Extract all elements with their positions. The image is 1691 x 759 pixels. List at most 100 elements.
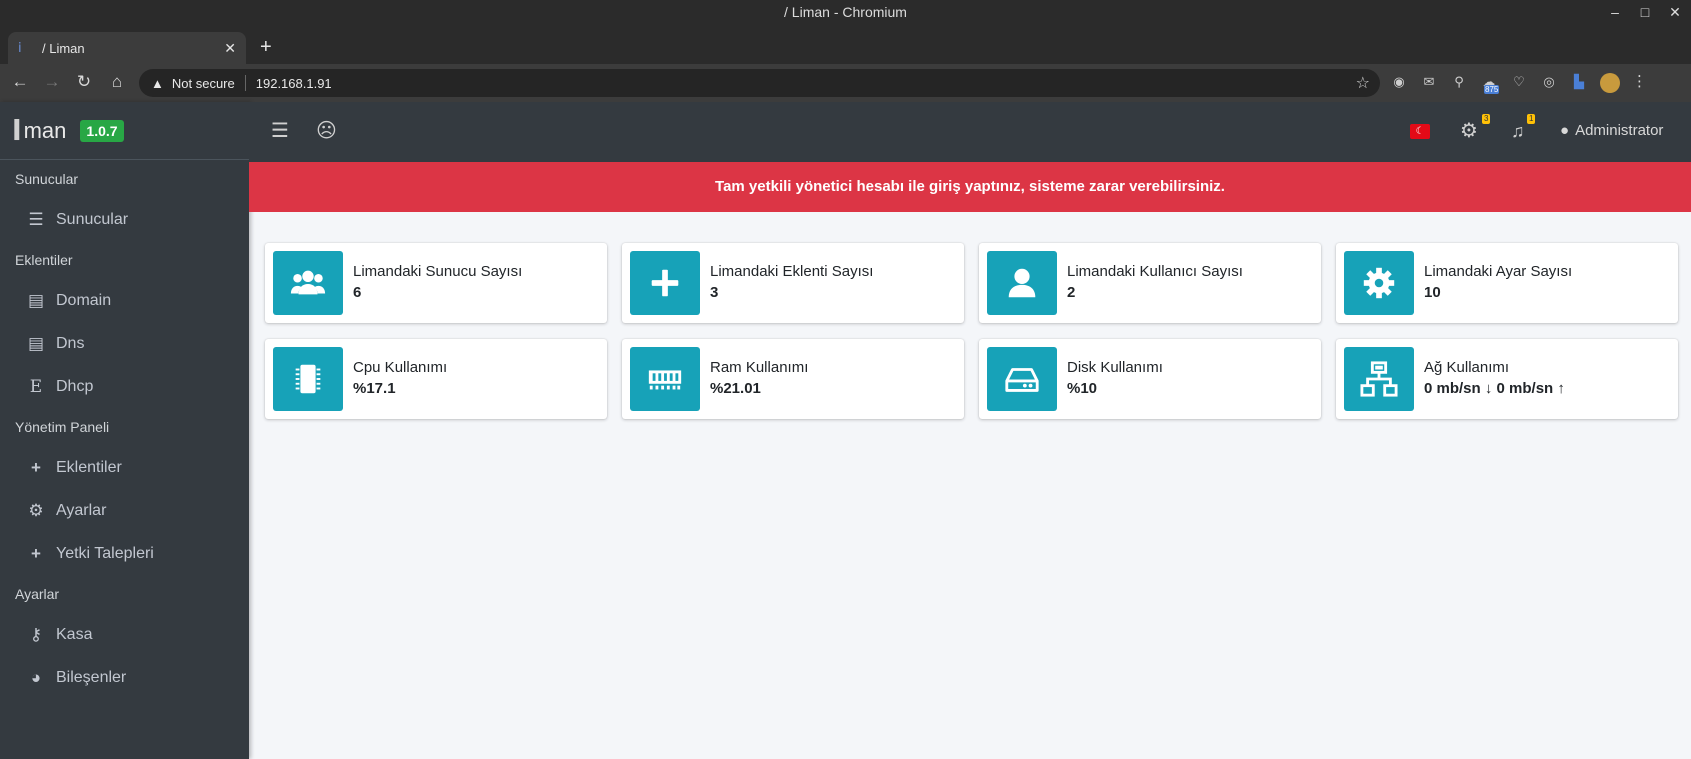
info-box-number: 6 (353, 284, 362, 301)
info-box-number: %10 (1067, 380, 1098, 397)
info-box-number: %21.01 (710, 380, 761, 397)
address-bar[interactable]: ▲ Not secure 192.168.1.91 ☆ (139, 69, 1380, 97)
sidebar-item-dns[interactable]: ▤ Dns (0, 322, 249, 365)
book-icon: ▤ (27, 333, 45, 353)
info-box-extensions[interactable]: Limandaki Eklenti Sayısı 3 (622, 243, 964, 323)
chart-extension-icon[interactable]: ▙ (1570, 73, 1588, 91)
admin-warning-alert: Tam yetkili yönetici hesabı ile giriş ya… (249, 162, 1691, 212)
browser-tab[interactable]: ⅰ / Liman ✕ (8, 32, 246, 64)
sidebar-item-kasa[interactable]: ⚷ Kasa (0, 613, 249, 656)
window-titlebar: / Liman - Chromium – □ ✕ (0, 0, 1691, 29)
extension-icon-4[interactable]: ☁ 875 (1480, 73, 1500, 94)
info-box-text: Ram Kullanımı (710, 359, 809, 376)
sidebar-item-eklentiler[interactable]: + Eklentiler (0, 446, 249, 489)
window-title: / Liman - Chromium (784, 4, 907, 20)
sidebar-item-label: Ayarlar (56, 501, 107, 519)
back-icon[interactable]: ← (9, 72, 31, 92)
security-label: Not secure (171, 75, 235, 91)
letter-e-icon: E (29, 376, 43, 397)
server-icon: ☰ (28, 209, 44, 229)
version-badge: 1.0.7 (80, 119, 124, 142)
maximize-icon[interactable]: □ (1637, 0, 1653, 25)
info-box-number: 3 (710, 284, 719, 301)
pie-chart-icon: ◕ (30, 667, 42, 687)
info-box-text: Ağ Kullanımı (1424, 359, 1510, 376)
location-extension-icon[interactable]: ⚲ (1450, 73, 1468, 91)
hdd-icon (987, 347, 1057, 411)
info-box-text: Limandaki Kullanıcı Sayısı (1067, 263, 1243, 280)
users-icon (273, 251, 343, 315)
user-icon (987, 251, 1057, 315)
browser-menu-icon[interactable]: ⋮ (1632, 73, 1647, 93)
info-box-servers[interactable]: Limandaki Sunucu Sayısı 6 (265, 243, 607, 323)
plus-icon: + (31, 543, 41, 563)
sidebar-item-ayarlar[interactable]: ⚙ Ayarlar (0, 489, 249, 532)
sidebar: ⅼ man 1.0.7 Sunucular ☰ Sunucular Eklenti… (0, 102, 249, 759)
plus-icon (630, 251, 700, 315)
brand[interactable]: ⅼ man 1.0.7 (0, 102, 249, 160)
home-icon[interactable]: ⌂ (106, 72, 128, 92)
sidebar-item-label: Bileşenler (56, 668, 127, 686)
sidebar-item-label: Dhcp (56, 377, 94, 395)
bookmark-star-icon[interactable]: ☆ (1356, 73, 1370, 93)
mail-extension-icon[interactable]: ✉ (1420, 73, 1438, 91)
info-box-network[interactable]: Ağ Kullanımı 0 mb/sn ↓ 0 mb/sn ↑ (1336, 339, 1678, 419)
settings-gear-icon[interactable]: ⚙ (1460, 120, 1478, 142)
reload-icon[interactable]: ↻ (73, 72, 95, 92)
hamburger-menu-icon[interactable]: ☰ (271, 120, 289, 142)
nav-header-yonetim-paneli: Yönetim Paneli (15, 419, 110, 435)
sidebar-item-label: Domain (56, 291, 112, 309)
sidebar-item-dhcp[interactable]: E Dhcp (0, 365, 249, 408)
info-box-text: Limandaki Sunucu Sayısı (353, 263, 523, 280)
sidebar-item-yetki-talepleri[interactable]: + Yetki Talepleri (0, 532, 249, 575)
nav-header-ayarlar: Ayarlar (15, 586, 60, 602)
tab-strip: ⅰ / Liman ✕ + (0, 29, 1691, 64)
plus-icon: + (31, 457, 41, 477)
top-navbar: ☰ ☹ ☾ ⚙ 3 ♫ 1 ● Administrator (249, 102, 1691, 162)
close-window-icon[interactable]: ✕ (1667, 0, 1683, 25)
tab-close-icon[interactable]: ✕ (224, 40, 236, 57)
warning-icon: ▲ (151, 75, 164, 91)
extension-badge: 875 (1484, 85, 1500, 94)
sidebar-item-label: Dns (56, 334, 85, 352)
key-icon: ⚷ (29, 624, 43, 644)
url-text[interactable]: 192.168.1.91 (256, 76, 332, 91)
browser-toolbar: ← → ↻ ⌂ ▲ Not secure 192.168.1.91 ☆ ◉ ✉ … (0, 64, 1691, 102)
user-menu[interactable]: ● Administrator (1560, 122, 1663, 139)
sad-face-icon[interactable]: ☹ (316, 120, 337, 142)
profile-avatar[interactable] (1600, 73, 1620, 93)
liman-favicon-icon: ⅰ (18, 40, 22, 55)
tab-title: / Liman (42, 40, 85, 56)
info-box-users[interactable]: Limandaki Kullanıcı Sayısı 2 (979, 243, 1321, 323)
brand-name: man (23, 117, 67, 143)
sidebar-item-label: Kasa (56, 625, 93, 643)
sidebar-item-label: Sunucular (56, 210, 129, 228)
info-box-settings[interactable]: Limandaki Ayar Sayısı 10 (1336, 243, 1678, 323)
nav-header-eklentiler: Eklentiler (15, 252, 73, 268)
user-icon: ● (1560, 122, 1570, 139)
gear-icon: ⚙ (28, 500, 44, 520)
sidebar-item-sunucular[interactable]: ☰ Sunucular (0, 198, 249, 241)
extension-icon-1[interactable]: ◉ (1390, 73, 1408, 91)
sidebar-item-bilesenler[interactable]: ◕ Bileşenler (0, 656, 249, 699)
bell-icon[interactable]: ♫ (1511, 120, 1525, 142)
sidebar-item-label: Eklentiler (56, 458, 122, 476)
pocket-extension-icon[interactable]: ♡ (1510, 73, 1528, 91)
microchip-icon (273, 347, 343, 411)
info-box-number: 2 (1067, 284, 1076, 301)
sidebar-item-label: Yetki Talepleri (56, 544, 154, 562)
user-name: Administrator (1575, 122, 1664, 139)
info-box-disk[interactable]: Disk Kullanımı %10 (979, 339, 1321, 419)
info-box-text: Limandaki Eklenti Sayısı (710, 263, 874, 280)
forward-icon[interactable]: → (41, 72, 63, 92)
turkish-flag-icon[interactable]: ☾ (1410, 124, 1430, 139)
new-tab-button[interactable]: + (260, 36, 272, 58)
book-icon: ▤ (27, 290, 45, 310)
info-box-ram[interactable]: Ram Kullanımı %21.01 (622, 339, 964, 419)
gear-icon (1344, 251, 1414, 315)
info-box-cpu[interactable]: Cpu Kullanımı %17.1 (265, 339, 607, 419)
extension-icon-6[interactable]: ◎ (1540, 73, 1558, 91)
memory-icon (630, 347, 700, 411)
sidebar-item-domain[interactable]: ▤ Domain (0, 279, 249, 322)
minimize-icon[interactable]: – (1607, 0, 1623, 25)
